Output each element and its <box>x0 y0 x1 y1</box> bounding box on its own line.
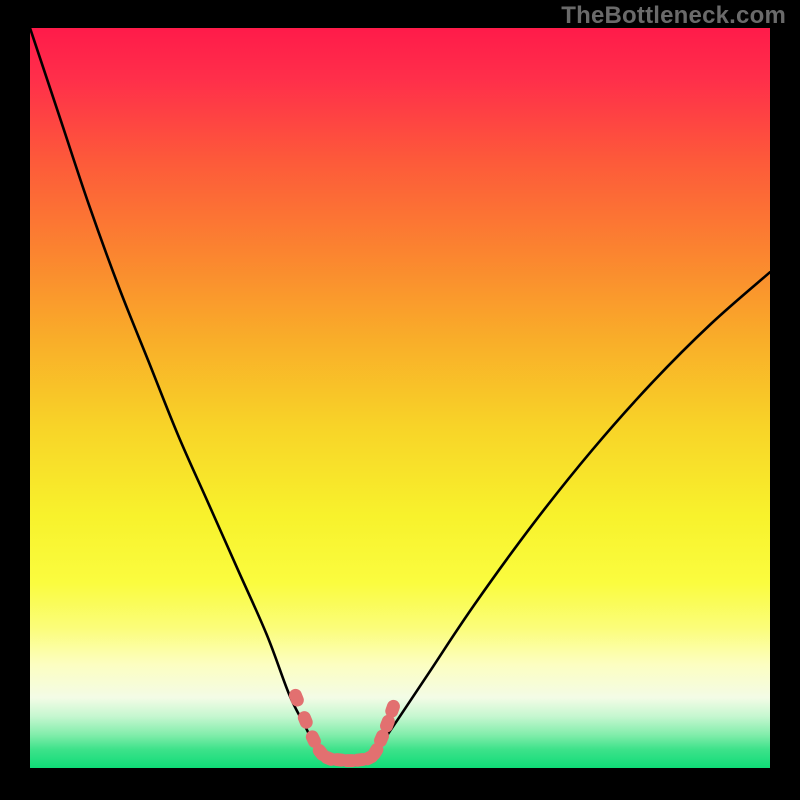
watermark-text: TheBottleneck.com <box>561 2 786 30</box>
plot-area <box>30 28 770 768</box>
chart-frame: TheBottleneck.com <box>0 0 800 800</box>
chart-background <box>30 28 770 768</box>
chart-svg <box>30 28 770 768</box>
